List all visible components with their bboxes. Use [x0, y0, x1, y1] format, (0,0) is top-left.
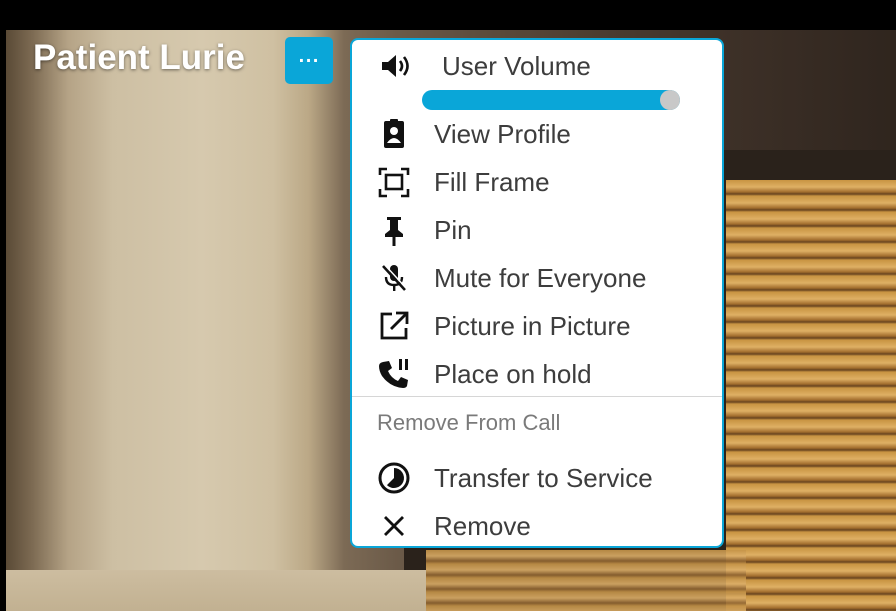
open-external-icon [376, 308, 412, 344]
menu-item-label: Picture in Picture [434, 310, 631, 341]
menu-item-label: Pin [434, 214, 472, 245]
menu-item-label: Remove [434, 510, 531, 541]
menu-item-mute-everyone[interactable]: Mute for Everyone [352, 256, 722, 300]
menu-item-label: Mute for Everyone [434, 262, 647, 293]
participant-name: Patient Lurie [33, 38, 245, 77]
menu-item-pin[interactable]: Pin [352, 208, 722, 252]
menu-item-place-on-hold[interactable]: Place on hold [352, 352, 722, 396]
video-background-floor [6, 570, 426, 611]
menu-item-label: Fill Frame [434, 166, 550, 197]
user-volume-slider[interactable] [422, 90, 680, 110]
more-options-button[interactable]: ··· [285, 37, 333, 84]
menu-item-label: View Profile [434, 118, 571, 149]
close-icon [376, 508, 412, 544]
menu-item-label: Transfer to Service [434, 462, 653, 493]
transfer-icon [376, 460, 412, 496]
menu-item-view-profile[interactable]: View Profile [352, 112, 722, 156]
remove-section-header: Remove From Call [377, 410, 561, 435]
menu-item-user-volume: User Volume [352, 44, 722, 88]
volume-icon [376, 48, 412, 84]
menu-item-transfer-service[interactable]: Transfer to Service [352, 456, 722, 500]
pin-icon [376, 212, 412, 248]
video-background-blinds [726, 180, 896, 611]
phone-hold-icon [376, 356, 412, 392]
menu-item-remove[interactable]: Remove [352, 504, 722, 548]
mic-off-icon [376, 260, 412, 296]
menu-item-label: Place on hold [434, 358, 592, 389]
user-volume-slider-thumb[interactable] [660, 90, 680, 110]
menu-divider [352, 396, 722, 397]
video-background-blinds-lower [426, 550, 746, 611]
fill-frame-icon [376, 164, 412, 200]
menu-item-label: User Volume [442, 50, 591, 81]
menu-item-fill-frame[interactable]: Fill Frame [352, 160, 722, 204]
badge-icon [376, 116, 412, 152]
menu-item-picture-in-picture[interactable]: Picture in Picture [352, 304, 722, 348]
participant-options-menu: User Volume View Profile Fill Frame Pin … [350, 38, 724, 548]
